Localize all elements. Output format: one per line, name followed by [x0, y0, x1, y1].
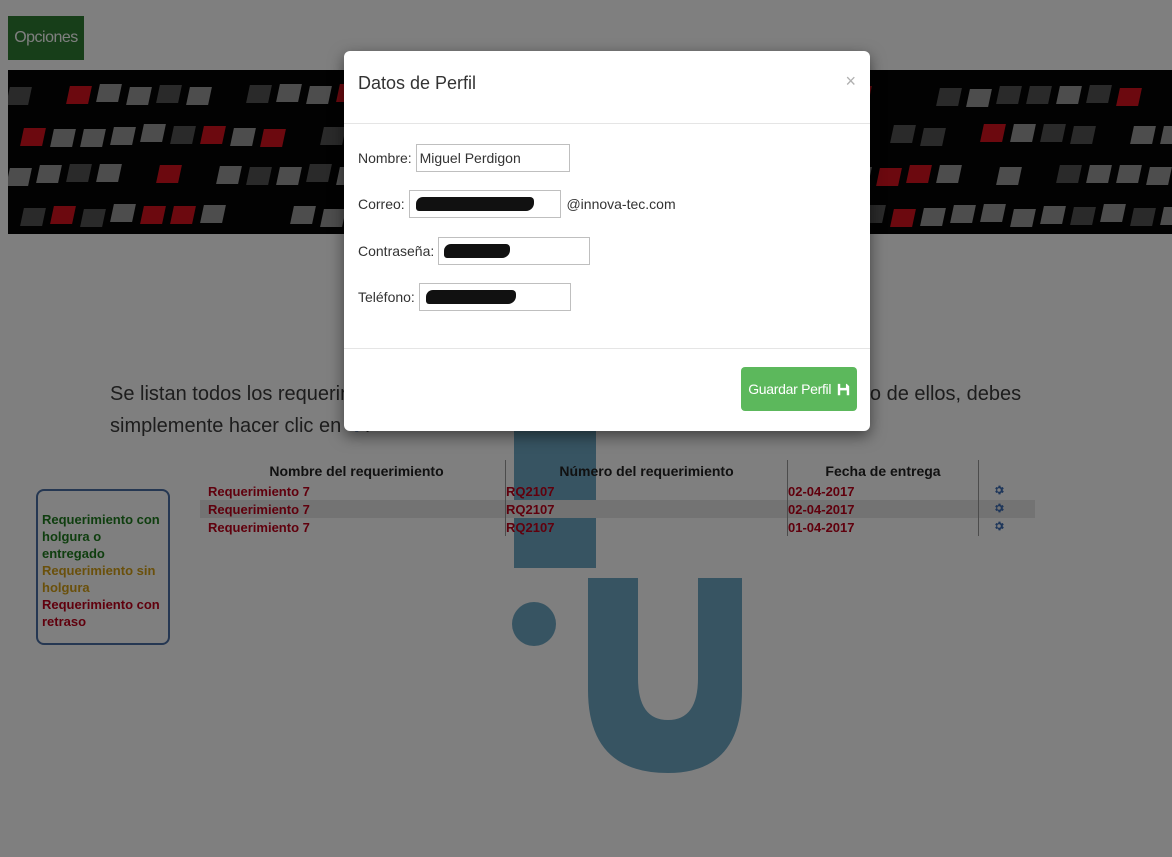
email-label: Correo: — [358, 196, 405, 212]
floppy-disk-icon — [837, 383, 849, 396]
save-profile-label: Guardar Perfil — [748, 381, 832, 397]
name-input[interactable]: Miguel Perdigon — [415, 144, 570, 172]
email-input[interactable] — [408, 190, 561, 218]
modal-body: Nombre: Miguel Perdigon Correo: @innova-… — [344, 124, 870, 349]
phone-input[interactable] — [418, 283, 571, 311]
modal-header: Datos de Perfil × — [344, 51, 870, 124]
name-row: Nombre: Miguel Perdigon — [358, 144, 570, 172]
password-label: Contraseña: — [358, 243, 435, 259]
email-row: Correo: @innova-tec.com — [358, 190, 676, 218]
password-row: Contraseña: — [358, 237, 591, 265]
email-domain-suffix: @innova-tec.com — [566, 196, 676, 212]
save-profile-button[interactable]: Guardar Perfil — [741, 367, 857, 411]
redacted-mark — [415, 197, 534, 211]
redacted-mark — [444, 244, 511, 258]
phone-row: Teléfono: — [358, 283, 571, 311]
modal-title: Datos de Perfil — [358, 73, 477, 93]
phone-label: Teléfono: — [358, 289, 415, 305]
close-icon[interactable]: × — [845, 71, 856, 92]
redacted-mark — [425, 290, 516, 304]
profile-modal: Datos de Perfil × Nombre: Miguel Perdigo… — [344, 51, 870, 431]
name-label: Nombre: — [358, 150, 412, 166]
password-input[interactable] — [438, 237, 591, 265]
